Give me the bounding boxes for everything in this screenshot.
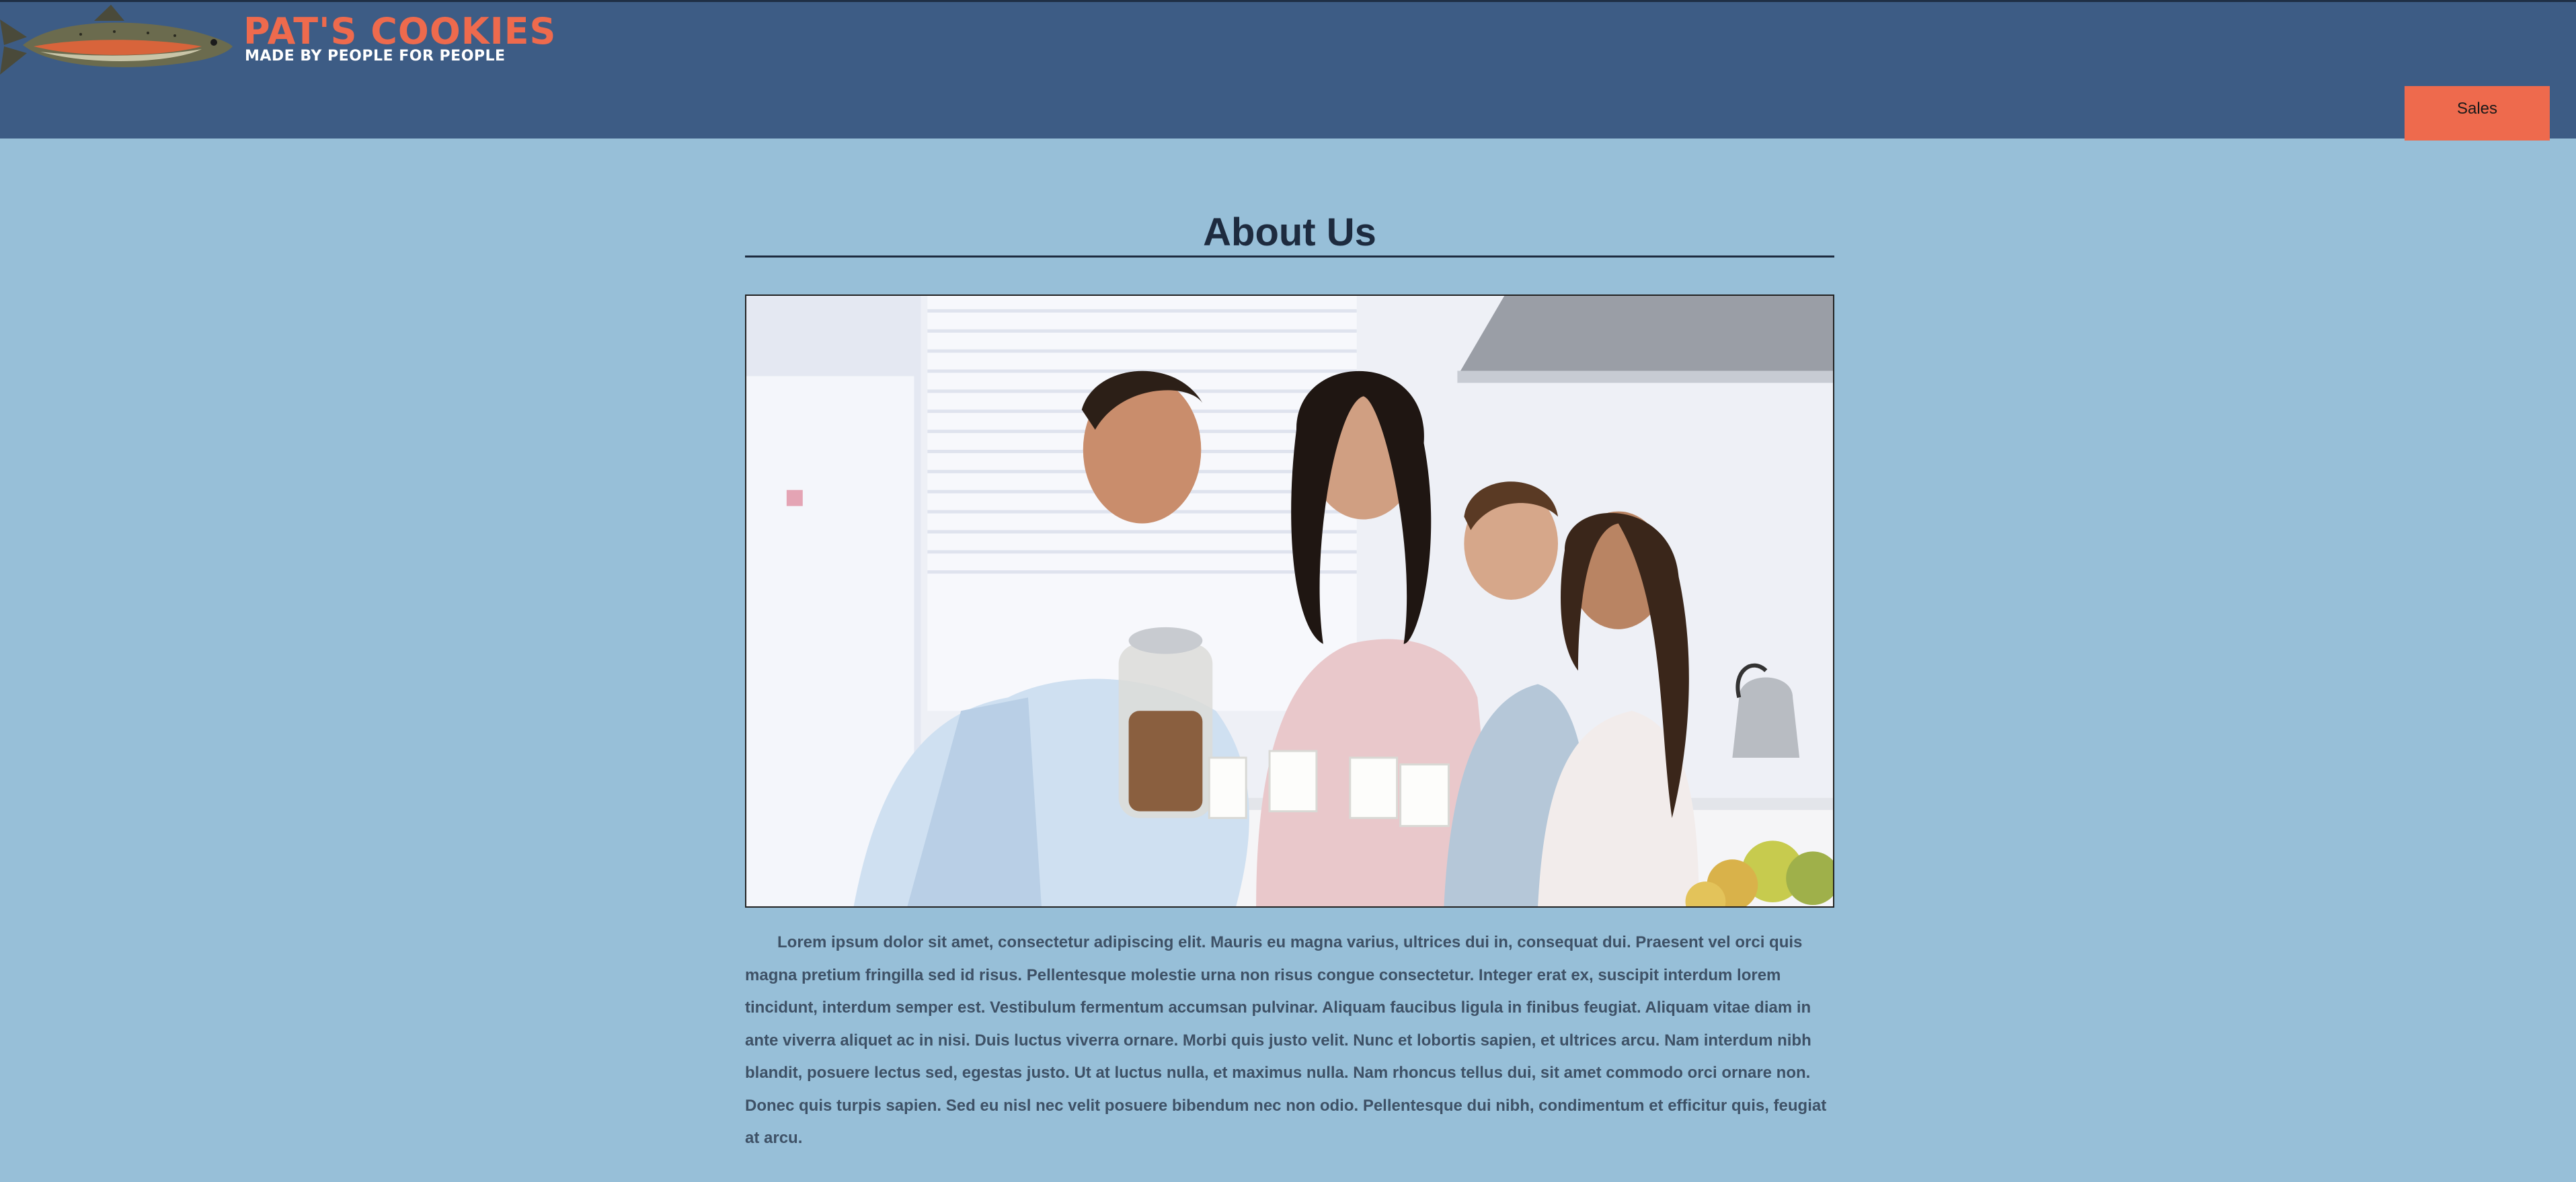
title-divider — [745, 255, 1834, 258]
salmon-fish-icon[interactable] — [0, 5, 235, 79]
page-title: About Us — [1203, 210, 1376, 254]
family-kitchen-photo — [745, 294, 1834, 908]
brand-tagline: MADE BY PEOPLE FOR PEOPLE — [245, 48, 506, 65]
about-paragraph: Lorem ipsum dolor sit amet, consectetur … — [745, 933, 1827, 1147]
brand-name[interactable]: PAT'S COOKIES — [243, 11, 556, 52]
nav-sales-button[interactable]: Sales — [2405, 86, 2550, 141]
main-content: About Us Lorem ipsum dolor sit amet, con… — [745, 139, 1834, 1147]
site-header: PAT'S COOKIES MADE BY PEOPLE FOR PEOPLE … — [0, 0, 2576, 141]
